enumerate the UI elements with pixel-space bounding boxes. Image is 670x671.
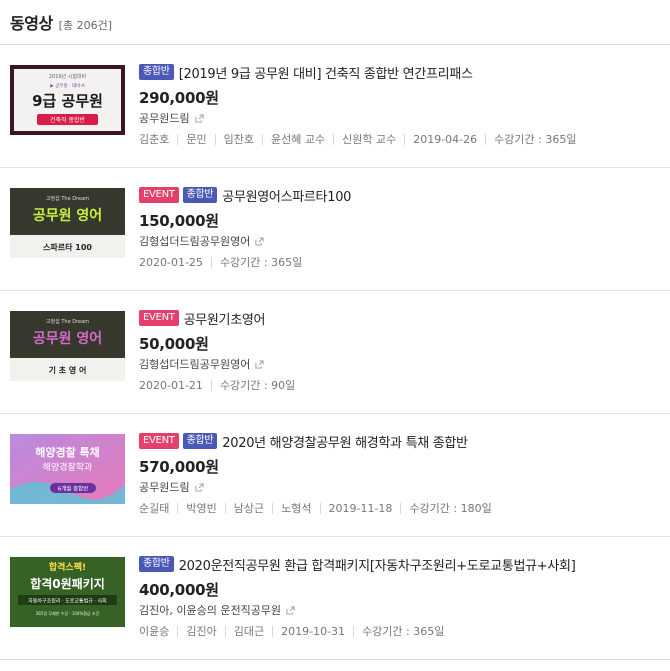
meta-instructor: 신원학 교수 [333, 133, 404, 145]
badge-event: EVENT [139, 310, 179, 326]
thumb-top-text: 2019년 시험대비 [49, 73, 86, 80]
course-item[interactable]: 합격스펙! 합격0원패키지 자동차구조원리 · 도로교통법규 · 사회 365일… [0, 537, 670, 660]
course-item[interactable]: 2019년 시험대비 ▶ 공무원 · 대비·A 9급 공무원 건축직 종합반 종… [0, 45, 670, 168]
thumb-top-text: 합격스펙! [49, 561, 86, 573]
academy-link[interactable]: 김형섭더드림공무원영어 [139, 356, 664, 372]
course-title[interactable]: 공무원영어스파르타100 [222, 186, 351, 205]
academy-link[interactable]: 공무원드림 [139, 479, 664, 495]
course-title[interactable]: 2020년 해양경찰공무원 해경학과 특채 종합반 [222, 432, 468, 451]
course-thumbnail[interactable]: 고정섭 The Dream 공무원 영어 기 초 영 어 [10, 311, 125, 381]
course-meta: 순길태 박영빈 남상근 노형석 2019-11-18 수강기간 : 180일 [139, 500, 664, 516]
meta-instructor: 박영빈 [177, 502, 224, 514]
meta-date: 2020-01-25 [139, 255, 203, 269]
course-title[interactable]: 2020운전직공무원 환급 합격패키지[자동차구조원리+도로교통법규+사회] [179, 555, 576, 574]
external-link-icon[interactable] [286, 605, 295, 615]
result-count: [총 206건] [58, 19, 112, 32]
meta-period: 수강기간 : 365일 [210, 256, 310, 268]
meta-instructor: 김진아 [177, 625, 224, 637]
course-title[interactable]: [2019년 9급 공무원 대비] 건축직 종합반 연간프리패스 [179, 63, 473, 82]
course-meta: 김춘호 문민 임찬호 윤선혜 교수 신원학 교수 2019-04-26 수강기간… [139, 131, 664, 147]
course-meta: 이윤승 김진아 김대근 2019-10-31 수강기간 : 365일 [139, 623, 664, 639]
academy-name[interactable]: 공무원드림 [139, 479, 190, 495]
meta-instructor: 노형석 [272, 502, 319, 514]
meta-instructor: 임찬호 [214, 133, 262, 145]
badge-event: EVENT [139, 187, 179, 203]
thumb-tag-text: 6개월 종합반 [58, 485, 89, 493]
external-link-icon[interactable] [255, 359, 264, 369]
divider [0, 659, 670, 660]
course-item[interactable]: 고정섭 The Dream 공무원 영어 스파르타 100 EVENT 종합반 … [0, 168, 670, 291]
badge-combo: 종합반 [139, 556, 174, 572]
meta-period: 수강기간 : 90일 [210, 379, 303, 391]
course-title[interactable]: 공무원기초영어 [184, 309, 266, 328]
page-header: 동영상 [총 206건] [10, 10, 112, 34]
thumb-top-text: 고정섭 The Dream [46, 195, 89, 202]
meta-instructor: 문민 [177, 133, 214, 145]
section-title: 동영상 [10, 14, 53, 33]
meta-period: 수강기간 : 180일 [400, 502, 499, 514]
meta-instructor: 김대근 [224, 625, 272, 637]
academy-name[interactable]: 공무원드림 [139, 110, 190, 126]
course-item[interactable]: 해양경찰 특채 해양경찰학과 6개월 종합반 EVENT 종합반 2020년 해… [0, 414, 670, 537]
course-thumbnail[interactable]: 합격스펙! 합격0원패키지 자동차구조원리 · 도로교통법규 · 사회 365일… [10, 557, 125, 627]
meta-period: 수강기간 : 365일 [353, 625, 452, 637]
course-price: 50,000원 [139, 335, 209, 353]
thumb-main-text: 해양경찰 특채 [35, 445, 100, 459]
badge-combo: 종합반 [182, 433, 218, 449]
course-meta: 2020-01-25 수강기간 : 365일 [139, 254, 664, 270]
external-link-icon[interactable] [255, 236, 264, 246]
course-price: 290,000원 [139, 89, 219, 107]
badge-combo: 종합반 [139, 64, 174, 80]
meta-period: 수강기간 : 365일 [485, 133, 584, 145]
thumb-top-text: 고정섭 The Dream [46, 318, 89, 325]
meta-instructor: 남상근 [224, 502, 272, 514]
course-price: 400,000원 [139, 581, 219, 599]
academy-name[interactable]: 김형섭더드림공무원영어 [139, 356, 250, 372]
meta-date: 2019-10-31 [272, 625, 353, 637]
meta-instructor: 순길태 [139, 501, 170, 515]
course-price: 150,000원 [139, 212, 219, 230]
meta-instructor: 김춘호 [139, 132, 170, 146]
thumb-tag-text: 건축직 종합반 [50, 116, 86, 124]
thumb-tag-text: 스파르타 100 [43, 242, 92, 252]
course-thumbnail[interactable]: 고정섭 The Dream 공무원 영어 스파르타 100 [10, 188, 125, 258]
academy-name[interactable]: 김형섭더드림공무원영어 [139, 233, 250, 249]
thumb-main-text: 합격0원패키지 [30, 576, 105, 591]
course-item[interactable]: 고정섭 The Dream 공무원 영어 기 초 영 어 EVENT 공무원기초… [0, 291, 670, 414]
badge-event: EVENT [139, 433, 179, 449]
thumb-tag-text: 기 초 영 어 [49, 365, 87, 375]
academy-link[interactable]: 김진아, 이윤승의 운전직공무원 [139, 602, 664, 618]
meta-instructor: 이윤승 [139, 624, 170, 638]
thumb-foot-text: 365일 무제한 수강 · 100%환급 조건 [36, 610, 100, 616]
course-thumbnail[interactable]: 해양경찰 특채 해양경찰학과 6개월 종합반 [10, 434, 125, 504]
badge-combo: 종합반 [182, 187, 218, 203]
course-thumbnail[interactable]: 2019년 시험대비 ▶ 공무원 · 대비·A 9급 공무원 건축직 종합반 [10, 65, 125, 135]
thumb-main-text: 9급 공무원 [32, 92, 103, 110]
meta-instructor: 윤선혜 교수 [262, 133, 333, 145]
external-link-icon[interactable] [195, 482, 204, 492]
external-link-icon[interactable] [195, 113, 204, 123]
thumb-sub-text: 자동차구조원리 · 도로교통법규 · 사회 [28, 598, 107, 605]
meta-date: 2020-01-21 [139, 378, 203, 392]
course-price: 570,000원 [139, 458, 219, 476]
academy-link[interactable]: 김형섭더드림공무원영어 [139, 233, 664, 249]
academy-link[interactable]: 공무원드림 [139, 110, 664, 126]
course-meta: 2020-01-21 수강기간 : 90일 [139, 377, 664, 393]
thumb-main-text: 공무원 영어 [33, 207, 102, 224]
thumb-main-text: 공무원 영어 [33, 330, 102, 347]
meta-date: 2019-11-18 [319, 502, 401, 514]
academy-name[interactable]: 김진아, 이윤승의 운전직공무원 [139, 602, 281, 618]
thumb-sub-text: ▶ 공무원 · 대비·A [50, 82, 85, 89]
meta-date: 2019-04-26 [404, 133, 485, 145]
thumb-sub-text: 해양경찰학과 [43, 461, 93, 473]
